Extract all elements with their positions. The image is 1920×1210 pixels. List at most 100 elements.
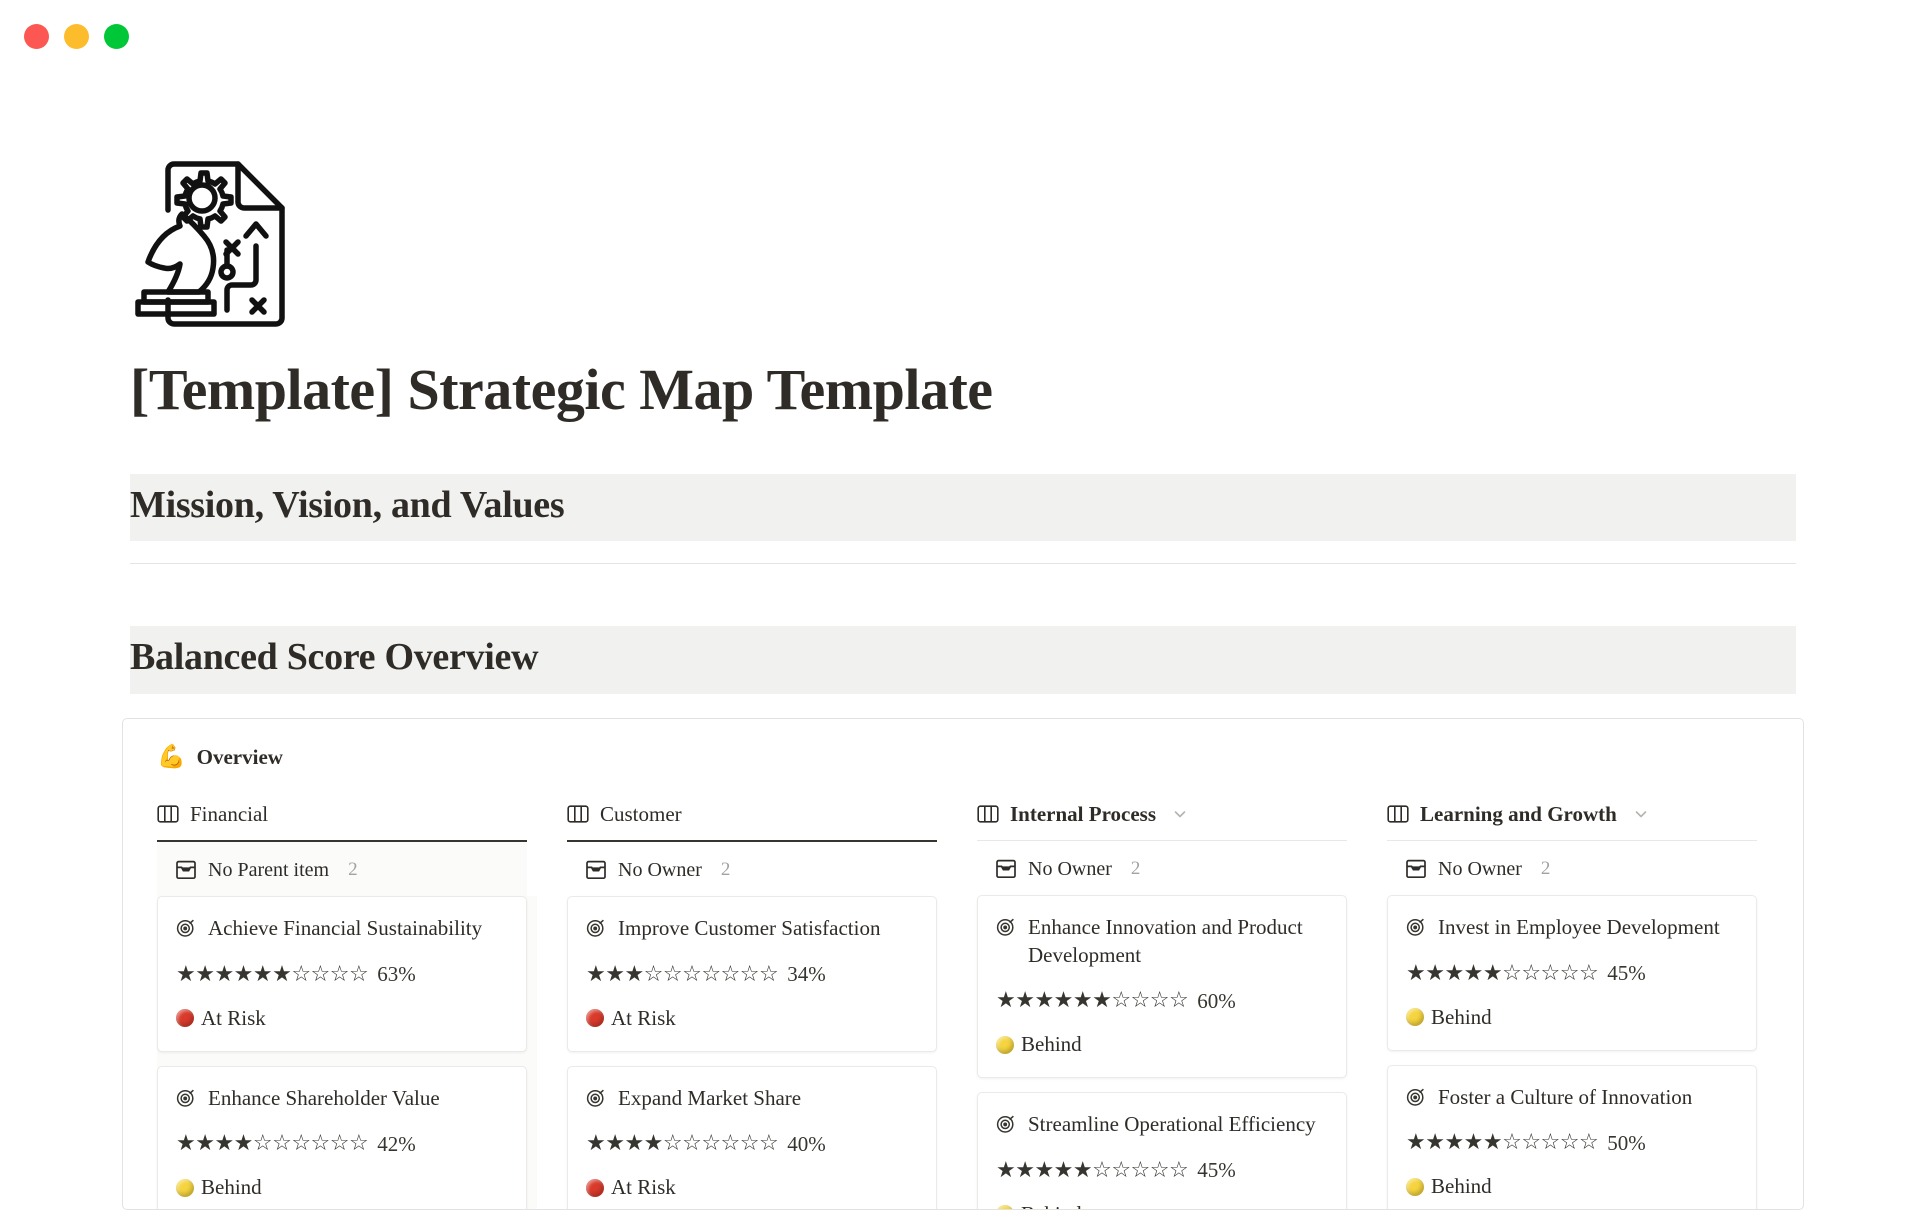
status-badge[interactable]: At Risk (586, 1006, 916, 1031)
card-title: Improve Customer Satisfaction (618, 915, 881, 940)
card-title-row: Streamline Operational Efficiency (996, 1111, 1326, 1139)
target-icon (176, 918, 196, 938)
card-rating[interactable]: ★★★★★★☆☆☆☆ 60% (996, 990, 1326, 1012)
status-dot-icon (586, 1009, 604, 1028)
target-icon (176, 1088, 196, 1108)
column-header-internal-process[interactable]: Internal Process (977, 802, 1347, 841)
percent-value: 34% (787, 962, 826, 987)
target-icon (1406, 917, 1426, 937)
group-header[interactable]: No Owner 2 (1387, 841, 1757, 895)
board-column: Learning and Growth No Owner 2 Invest in Em… (1387, 802, 1797, 1209)
minimize-window-button[interactable] (64, 23, 89, 49)
card-stack: Invest in Employee Development ★★★★★☆☆☆☆☆… (1387, 894, 1767, 1209)
objective-card[interactable]: Enhance Shareholder Value ★★★★☆☆☆☆☆☆ 42% Be… (157, 1065, 527, 1209)
card-rating[interactable]: ★★★★☆☆☆☆☆☆ 42% (176, 1133, 506, 1155)
card-rating[interactable]: ★★★☆☆☆☆☆☆☆ 34% (586, 962, 916, 987)
card-title: Enhance Innovation and Product Developme… (1028, 914, 1303, 967)
objective-card[interactable]: Invest in Employee Development ★★★★★☆☆☆☆☆… (1387, 894, 1757, 1051)
balanced-score-board: 💪 Overview Financial No Parent item 2 Achie… (122, 717, 1804, 1210)
page-title: [Template] Strategic Map Template (130, 357, 993, 422)
status-badge[interactable]: Behind (1406, 1174, 1736, 1199)
column-header-financial[interactable]: Financial (157, 802, 527, 842)
status-badge[interactable]: Behind (1406, 1005, 1736, 1030)
objective-card[interactable]: Streamline Operational Efficiency ★★★★★☆☆… (977, 1092, 1347, 1209)
status-dot-icon (996, 1035, 1014, 1054)
card-title: Achieve Financial Sustainability (208, 915, 483, 940)
percent-value: 60% (1197, 988, 1236, 1013)
tray-icon (585, 860, 607, 880)
percent-value: 42% (377, 1131, 416, 1156)
close-window-button[interactable] (24, 23, 49, 49)
group-header[interactable]: No Owner 2 (977, 841, 1347, 895)
star-rating: ★★★★★☆☆☆☆☆ (996, 1157, 1189, 1183)
chevron-down-icon[interactable] (1172, 806, 1188, 822)
maximize-window-button[interactable] (104, 23, 129, 49)
percent-value: 45% (1607, 961, 1646, 986)
tray-icon (995, 859, 1017, 879)
star-rating: ★★★★★☆☆☆☆☆ (1406, 1130, 1599, 1156)
card-title: Invest in Employee Development (1438, 914, 1720, 939)
objective-card[interactable]: Enhance Innovation and Product Developme… (977, 894, 1347, 1079)
target-icon (996, 917, 1016, 937)
board-column: Internal Process No Owner 2 Enhance Innovat… (977, 802, 1387, 1209)
section-balanced-score-overview: Balanced Score Overview (130, 626, 1796, 694)
board-view-icon (977, 804, 999, 824)
status-dot-icon (586, 1178, 604, 1197)
target-icon (1406, 1087, 1426, 1107)
status-dot-icon (1406, 1008, 1424, 1027)
card-stack: Enhance Innovation and Product Developme… (977, 894, 1357, 1209)
column-title: Customer (600, 801, 682, 826)
column-header-customer[interactable]: Customer (567, 802, 937, 842)
card-rating[interactable]: ★★★★★☆☆☆☆☆ 45% (996, 1157, 1326, 1183)
board-view-icon (567, 804, 589, 824)
card-rating[interactable]: ★★★★★★☆☆☆☆ 63% (176, 962, 506, 987)
card-title-row: Improve Customer Satisfaction (586, 915, 916, 943)
section-heading: Balanced Score Overview (130, 636, 539, 679)
card-rating[interactable]: ★★★★★☆☆☆☆☆ 45% (1406, 961, 1736, 986)
board-header: 💪 Overview (123, 745, 1803, 770)
percent-value: 63% (377, 962, 416, 987)
card-title: Enhance Shareholder Value (208, 1085, 440, 1110)
status-badge[interactable]: At Risk (586, 1175, 916, 1200)
status-badge[interactable]: Behind (176, 1175, 506, 1200)
card-title-row: Enhance Innovation and Product Developme… (996, 914, 1326, 969)
status-badge[interactable]: At Risk (176, 1006, 506, 1031)
window-title-bar (0, 0, 1920, 72)
column-title: Internal Process (1010, 801, 1157, 826)
card-rating[interactable]: ★★★★★☆☆☆☆☆ 50% (1406, 1132, 1736, 1154)
card-title-row: Achieve Financial Sustainability (176, 915, 506, 943)
chevron-down-icon[interactable] (1633, 806, 1649, 822)
card-title-row: Invest in Employee Development (1406, 914, 1736, 942)
status-label: Behind (1431, 1004, 1492, 1029)
board-columns: Financial No Parent item 2 Achieve Financia… (123, 802, 1803, 1209)
strategy-document-icon[interactable] (130, 150, 300, 330)
column-title: Financial (190, 801, 269, 826)
card-title-row: Foster a Culture of Innovation (1406, 1084, 1736, 1112)
column-header-learning-and-growth[interactable]: Learning and Growth (1387, 802, 1757, 841)
tray-icon (1405, 859, 1427, 879)
status-badge[interactable]: Behind (996, 1202, 1326, 1209)
percent-value: 45% (1197, 1158, 1236, 1183)
group-count: 2 (1130, 858, 1141, 880)
objective-card[interactable]: Improve Customer Satisfaction ★★★☆☆☆☆☆☆☆ 3… (567, 895, 937, 1052)
section-divider (130, 563, 1796, 565)
status-badge[interactable]: Behind (996, 1032, 1326, 1057)
card-rating[interactable]: ★★★★☆☆☆☆☆☆ 40% (586, 1133, 916, 1155)
group-count: 2 (1540, 858, 1551, 880)
status-label: Behind (201, 1175, 262, 1200)
objective-card[interactable]: Expand Market Share ★★★★☆☆☆☆☆☆ 40% At Risk (567, 1065, 937, 1209)
group-header[interactable]: No Parent item 2 (157, 841, 527, 896)
card-title: Expand Market Share (618, 1085, 802, 1110)
flexed-biceps-icon: 💪 (157, 743, 186, 770)
star-rating: ★★★★☆☆☆☆☆☆ (176, 1131, 369, 1157)
target-icon (586, 918, 606, 938)
objective-card[interactable]: Achieve Financial Sustainability ★★★★★★☆☆… (157, 895, 527, 1052)
objective-card[interactable]: Foster a Culture of Innovation ★★★★★☆☆☆☆☆… (1387, 1064, 1757, 1209)
group-label: No Owner (618, 858, 702, 881)
board-view-icon (157, 804, 179, 824)
board-title: Overview (196, 744, 283, 769)
percent-value: 40% (787, 1131, 826, 1156)
status-dot-icon (996, 1205, 1014, 1209)
board-column: Customer No Owner 2 Improve Customer Satisf… (567, 802, 977, 1209)
group-header[interactable]: No Owner 2 (567, 842, 937, 896)
